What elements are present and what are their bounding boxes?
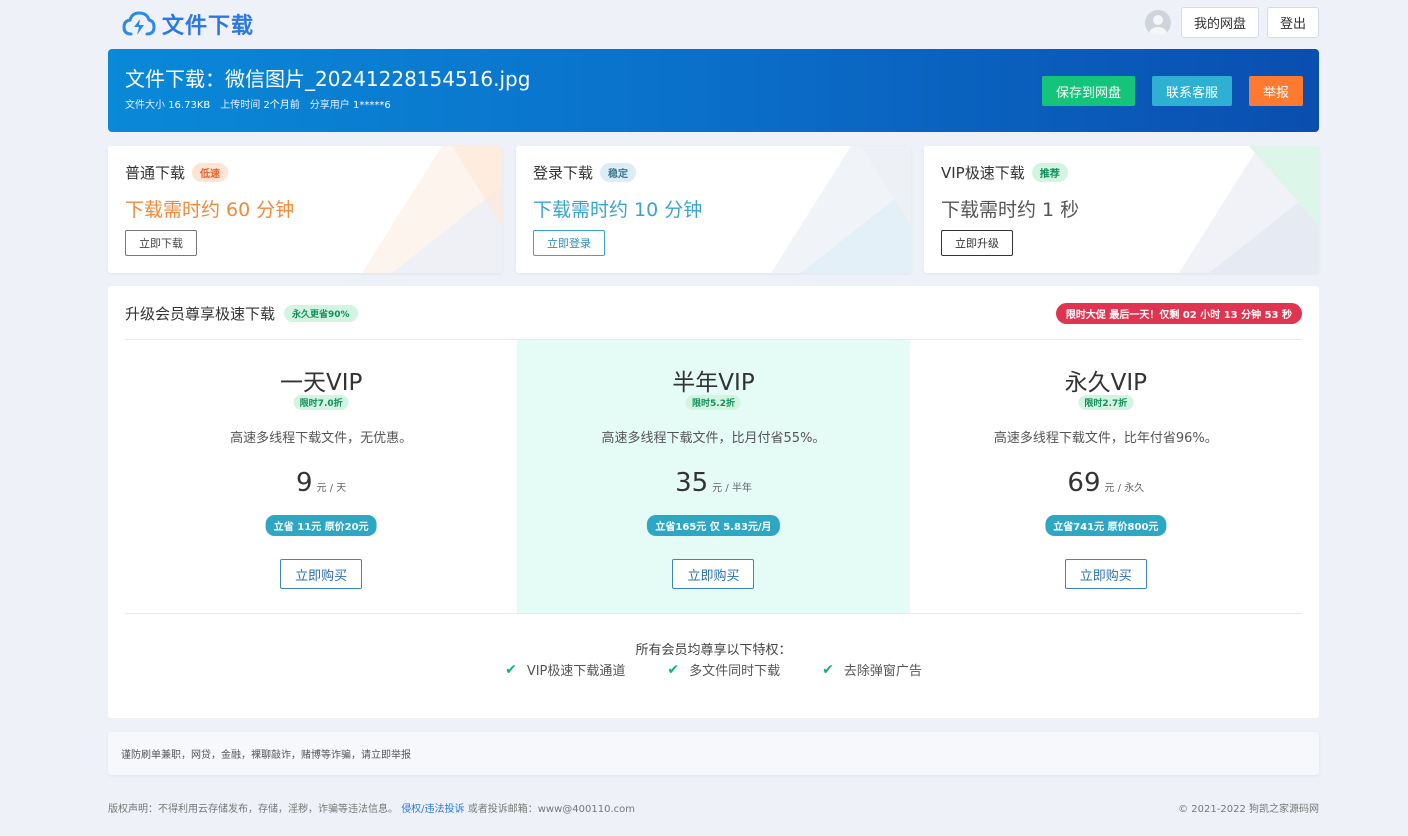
fraud-warning: 谨防刷单兼职，网贷，金融，裸聊敲诈，赌博等诈骗，请立即举报 [108, 732, 1319, 775]
cloud-bolt-icon [122, 11, 156, 36]
plan-price: 35 元 / 半年 [675, 468, 752, 498]
speed-tag: 低速 [192, 163, 229, 182]
download-card-vip: VIP极速下载 推荐 下载需时约 1 秒 立即升级 [924, 146, 1319, 273]
perk-item: ✔ VIP极速下载通道 [505, 661, 626, 680]
download-now-button[interactable]: 立即下载 [125, 230, 197, 256]
perks-list: ✔ VIP极速下载通道 ✔ 多文件同时下载 ✔ 去除弹窗广告 [108, 660, 1319, 680]
check-icon: ✔ [505, 661, 517, 678]
upload-time: 上传时间 2个月前 [220, 100, 300, 111]
plan-description: 高速多线程下载文件，比月付省55%。 [601, 431, 826, 446]
plan-name: 一天VIP [279, 370, 363, 396]
plan-card-halfyear: 半年VIP 限时5.2折 高速多线程下载文件，比月付省55%。 35 元 / 半年… [517, 340, 910, 613]
sharer: 分享用户 1*****6 [309, 100, 391, 111]
footer-copyright: © 2021-2022 狗凯之家源码网 [1178, 804, 1319, 815]
card-title: VIP极速下载 [941, 164, 1025, 182]
divider [125, 613, 1302, 614]
promo-countdown: 限时大促 最后一天！仅剩 02 小时 13 分钟 53 秒 [1055, 303, 1302, 324]
plan-savings: 立省165元 仅 5.83元/月 [647, 515, 780, 536]
plan-card-lifetime: 永久VIP 限时2.7折 高速多线程下载文件，比年付省96%。 69 元 / 永久… [910, 340, 1302, 613]
buy-now-button[interactable]: 立即购买 [672, 559, 755, 589]
download-card-normal: 普通下载 低速 下载需时约 60 分钟 立即下载 [108, 146, 502, 273]
contact-support-button[interactable]: 联系客服 [1151, 76, 1232, 106]
save-to-disk-button[interactable]: 保存到网盘 [1041, 76, 1135, 106]
perk-item: ✔ 多文件同时下载 [667, 661, 781, 680]
title-prefix: 文件下载： [125, 67, 225, 91]
card-title: 登录下载 [533, 164, 594, 182]
my-disk-button[interactable]: 我的网盘 [1180, 7, 1259, 38]
login-now-button[interactable]: 立即登录 [533, 230, 605, 256]
perks-title: 所有会员均尊享以下特权： [635, 643, 792, 658]
file-size: 文件大小 16.73KB [125, 100, 211, 111]
card-decoration [771, 146, 911, 273]
download-time: 下载需时约 10 分钟 [533, 199, 703, 221]
avatar[interactable] [1144, 9, 1171, 36]
speed-tag: 稳定 [600, 163, 637, 182]
complaint-email: 或者投诉邮箱：www@400110.com [467, 804, 635, 815]
file-title: 文件下载：微信图片_20241228154516.jpg [125, 63, 530, 92]
vip-section-title: 升级会员尊享极速下载 [125, 305, 276, 323]
plan-card-day: 一天VIP 限时7.0折 高速多线程下载文件，无优惠。 9元 / 天 立省 11… [125, 340, 517, 613]
file-name: 微信图片_20241228154516.jpg [225, 67, 531, 91]
plan-name: 永久VIP [1064, 370, 1148, 396]
upgrade-now-button[interactable]: 立即升级 [941, 230, 1013, 256]
plan-description: 高速多线程下载文件，无优惠。 [230, 431, 413, 446]
plan-list: 一天VIP 限时7.0折 高速多线程下载文件，无优惠。 9元 / 天 立省 11… [125, 340, 1302, 613]
plan-discount: 限时5.2折 [686, 395, 741, 410]
file-banner: 文件下载：微信图片_20241228154516.jpg 文件大小 16.73K… [108, 49, 1319, 132]
top-bar: 文件下载 我的网盘 登出 [108, 0, 1319, 46]
plan-name: 半年VIP [672, 370, 755, 396]
footer: 版权声明：不得利用云存储发布，存储，淫秽，诈骗等违法信息。 侵权/违法投诉 或者… [108, 800, 1319, 816]
plan-discount: 限时7.0折 [293, 395, 349, 410]
perk-item: ✔ 去除弹窗广告 [822, 661, 922, 680]
plan-description: 高速多线程下载文件，比年付省96%。 [993, 431, 1218, 446]
logo-text: 文件下载 [162, 14, 255, 39]
plan-discount: 限时2.7折 [1078, 395, 1134, 410]
logout-button[interactable]: 登出 [1266, 7, 1319, 38]
card-decoration [1179, 146, 1319, 273]
card-decoration [362, 146, 502, 273]
banner-actions: 保存到网盘 联系客服 举报 [1041, 76, 1303, 106]
plan-price: 9元 / 天 [296, 468, 347, 498]
plan-price: 69 元 / 永久 [1067, 468, 1145, 498]
report-link[interactable]: 侵权/违法投诉 [401, 804, 464, 815]
vip-badge: 永久更省90% [284, 305, 358, 322]
buy-now-button[interactable]: 立即购买 [1064, 559, 1147, 589]
download-card-login: 登录下载 稳定 下载需时约 10 分钟 立即登录 [516, 146, 911, 273]
buy-now-button[interactable]: 立即购买 [280, 559, 363, 589]
speed-tag: 推荐 [1031, 163, 1068, 182]
vip-section: 升级会员尊享极速下载 永久更省90% 限时大促 最后一天！仅剩 02 小时 13… [108, 286, 1319, 718]
file-meta: 文件大小 16.73KB 上传时间 2个月前 分享用户 1*****6 [125, 96, 391, 111]
copyright-notice: 版权声明：不得利用云存储发布，存储，淫秽，诈骗等违法信息。 [108, 804, 398, 815]
check-icon: ✔ [822, 661, 834, 678]
report-button[interactable]: 举报 [1248, 76, 1303, 106]
logo[interactable]: 文件下载 [122, 8, 254, 40]
plan-savings: 立省 11元 原价20元 [265, 515, 377, 536]
download-time: 下载需时约 60 分钟 [125, 199, 295, 221]
check-icon: ✔ [667, 661, 680, 678]
download-time: 下载需时约 1 秒 [941, 199, 1080, 221]
user-area: 我的网盘 登出 [1144, 7, 1319, 38]
card-title: 普通下载 [125, 164, 186, 182]
plan-savings: 立省741元 原价800元 [1045, 515, 1167, 536]
